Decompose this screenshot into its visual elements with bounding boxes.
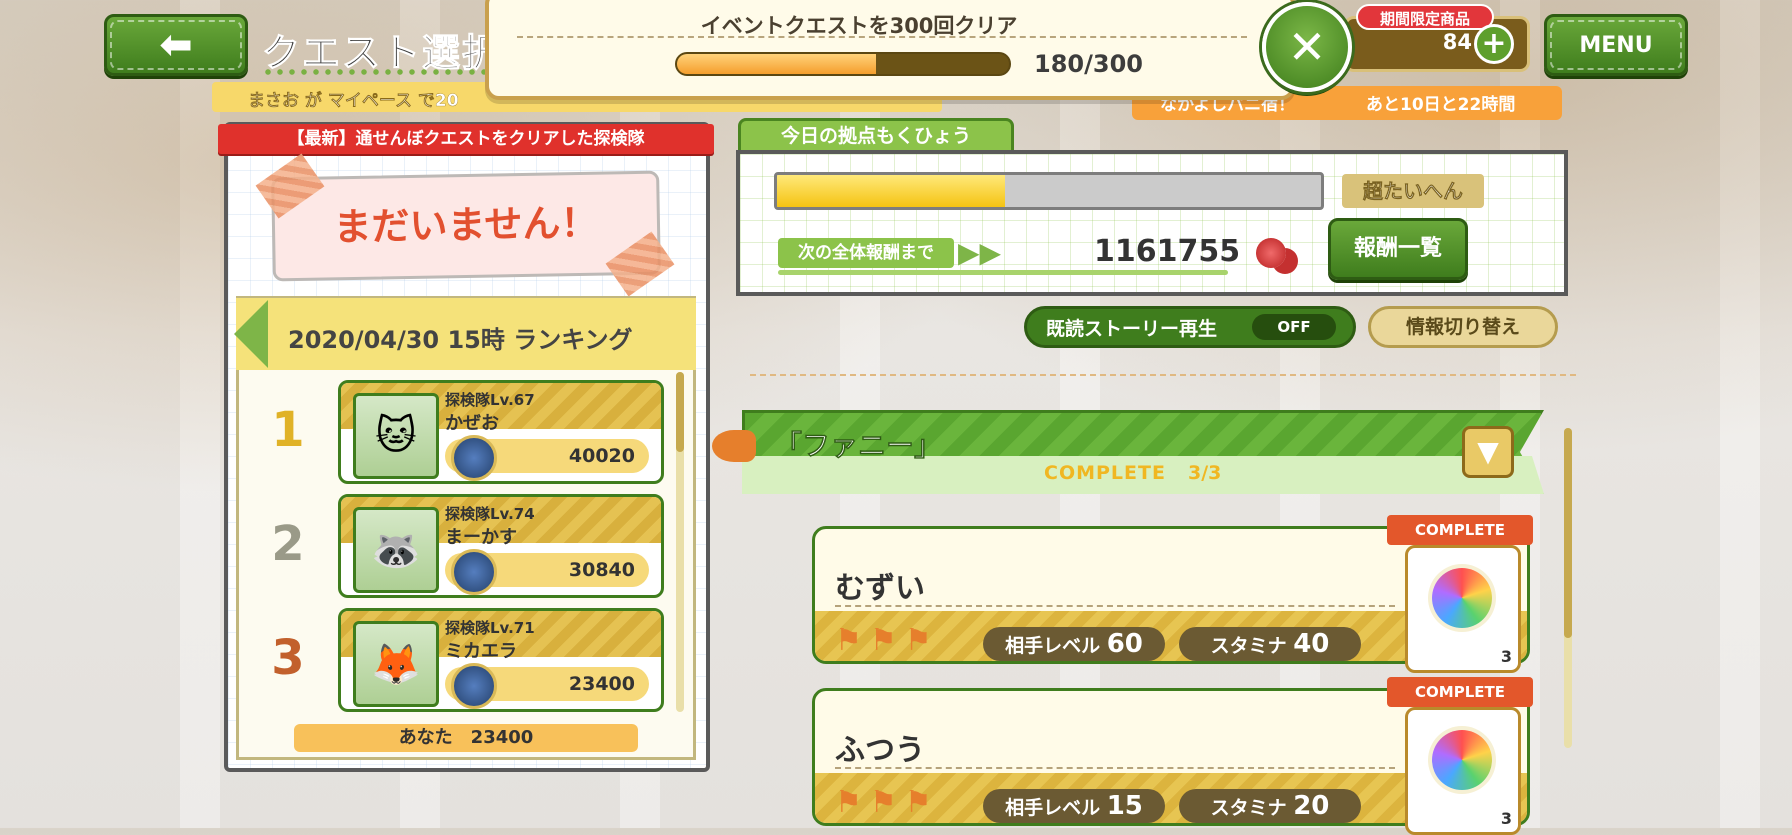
next-reward-label: 次の全体報酬まで bbox=[778, 238, 954, 268]
enemy-level-label: 相手レベル bbox=[1005, 635, 1101, 657]
quest-complete-count: 3/3 bbox=[1188, 462, 1222, 484]
berry-icon bbox=[1256, 238, 1286, 268]
avatar: 🦝 bbox=[353, 507, 439, 593]
your-score-bar: あなた 23400 bbox=[294, 724, 638, 752]
stamina-value: 40 bbox=[1293, 629, 1330, 659]
avatar: 🐱 bbox=[353, 393, 439, 479]
goal-progress-bar bbox=[774, 172, 1324, 210]
not-yet-card: まだいません！ bbox=[271, 170, 661, 282]
currency-value: 84 bbox=[1442, 30, 1472, 54]
quest-card-normal[interactable]: ふつう ⚑⚑⚑ 相手レベル 15 スタミナ 20 3 COMPLETE bbox=[812, 677, 1533, 835]
coin-icon bbox=[451, 663, 497, 709]
quest-group-title: 「ファニー」 bbox=[774, 429, 943, 463]
flag-icon: ⚑⚑⚑ bbox=[835, 623, 940, 658]
next-reward-underline bbox=[778, 270, 1228, 275]
quest-difficulty-name: むずい bbox=[835, 571, 925, 606]
rainbow-gem-icon bbox=[1432, 730, 1492, 790]
menu-button[interactable]: MENU bbox=[1544, 14, 1688, 76]
divider bbox=[750, 374, 1576, 376]
back-button[interactable]: ⬅ bbox=[104, 14, 248, 76]
plus-icon[interactable]: + bbox=[1474, 24, 1514, 64]
rank-name: ミカエラ bbox=[445, 641, 517, 662]
pin-icon bbox=[712, 430, 756, 462]
close-icon[interactable]: ✕ bbox=[1262, 2, 1352, 92]
reward-count: 3 bbox=[1500, 809, 1512, 828]
rank-name: まーかす bbox=[445, 527, 517, 548]
mission-popup: イベントクエストを300回クリア 180/300 bbox=[485, 0, 1295, 100]
rank-score: 30840 bbox=[568, 559, 635, 581]
chevron-down-icon[interactable]: ▼ bbox=[1462, 426, 1514, 478]
ranking-prev-arrow-icon[interactable] bbox=[234, 300, 268, 368]
rank-medal-silver: 2 bbox=[271, 516, 305, 572]
story-replay-state[interactable]: OFF bbox=[1252, 314, 1336, 340]
goal-tab: 今日の拠点もくひょう bbox=[738, 118, 1014, 152]
reward-item: 3 bbox=[1405, 545, 1521, 673]
flag-icon: ⚑⚑⚑ bbox=[835, 785, 940, 820]
rank-medal-gold: 1 bbox=[271, 402, 305, 458]
back-arrow-icon: ⬅ bbox=[159, 22, 193, 68]
stamina-value: 20 bbox=[1293, 791, 1330, 821]
reward-item: 3 bbox=[1405, 707, 1521, 835]
coin-icon bbox=[451, 549, 497, 595]
mission-divider bbox=[517, 36, 1247, 38]
ranking-row[interactable]: 🐱 探検隊Lv.67 かぜお 40020 bbox=[338, 380, 664, 484]
stamina-label: スタミナ bbox=[1210, 797, 1287, 819]
mission-progress-fill bbox=[677, 54, 877, 74]
latest-clear-header: 【最新】通せんぼクエストをクリアした探検隊 bbox=[218, 124, 714, 154]
goal-progress-fill bbox=[777, 175, 1006, 207]
enemy-level-pill: 相手レベル 60 bbox=[983, 627, 1165, 661]
info-switch-button[interactable]: 情報切り替え bbox=[1368, 306, 1558, 348]
enemy-level-value: 15 bbox=[1106, 791, 1143, 821]
difficulty-label: 超たいへん bbox=[1342, 174, 1484, 208]
mission-progress-bar bbox=[675, 52, 1011, 76]
stamina-pill: スタミナ 40 bbox=[1179, 627, 1361, 661]
quest-card-hard[interactable]: むずい ⚑⚑⚑ 相手レベル 60 スタミナ 40 3 COMPLETE bbox=[812, 515, 1533, 673]
story-replay-label: 既読ストーリー再生 bbox=[1046, 318, 1218, 340]
title-dots bbox=[262, 68, 492, 76]
rank-score: 23400 bbox=[568, 673, 635, 695]
mission-progress-text: 180/300 bbox=[1034, 50, 1143, 78]
double-arrow-icon: ▶▶ bbox=[958, 236, 1002, 269]
rank-score: 40020 bbox=[568, 445, 635, 467]
limited-item-badge[interactable]: 期間限定商品 bbox=[1356, 4, 1494, 30]
enemy-level-label: 相手レベル bbox=[1005, 797, 1101, 819]
ranking-title: 2020/04/30 15時 ランキング bbox=[288, 326, 633, 354]
ranking-row[interactable]: 🦊 探検隊Lv.71 ミカエラ 23400 bbox=[338, 608, 664, 712]
enemy-level-value: 60 bbox=[1106, 629, 1143, 659]
event-time-remaining: あと10日と22時間 bbox=[1366, 95, 1516, 115]
complete-ribbon: COMPLETE bbox=[1387, 515, 1533, 545]
avatar: 🦊 bbox=[353, 621, 439, 707]
rank-name: かぜお bbox=[445, 413, 499, 434]
ranking-row[interactable]: 🦝 探検隊Lv.74 まーかす 30840 bbox=[338, 494, 664, 598]
complete-ribbon: COMPLETE bbox=[1387, 677, 1533, 707]
coin-icon bbox=[451, 435, 497, 481]
rank-level: 探検隊Lv.67 bbox=[445, 391, 535, 409]
rank-level: 探検隊Lv.74 bbox=[445, 505, 535, 523]
stamina-label: スタミナ bbox=[1210, 635, 1287, 657]
reward-count: 3 bbox=[1500, 647, 1512, 666]
rainbow-gem-icon bbox=[1432, 568, 1492, 628]
quest-scroll-thumb[interactable] bbox=[1564, 428, 1572, 638]
ranking-scroll-thumb[interactable] bbox=[676, 372, 684, 452]
menu-label: MENU bbox=[1550, 20, 1682, 70]
reward-list-button[interactable]: 報酬一覧 bbox=[1328, 218, 1468, 280]
rank-level: 探検隊Lv.71 bbox=[445, 619, 535, 637]
enemy-level-pill: 相手レベル 15 bbox=[983, 789, 1165, 823]
stamina-pill: スタミナ 20 bbox=[1179, 789, 1361, 823]
quest-difficulty-name: ふつう bbox=[835, 733, 925, 768]
next-reward-value: 1161755 bbox=[1094, 234, 1241, 269]
quest-complete-label: COMPLETE bbox=[1044, 462, 1166, 484]
rank-medal-bronze: 3 bbox=[271, 630, 305, 686]
